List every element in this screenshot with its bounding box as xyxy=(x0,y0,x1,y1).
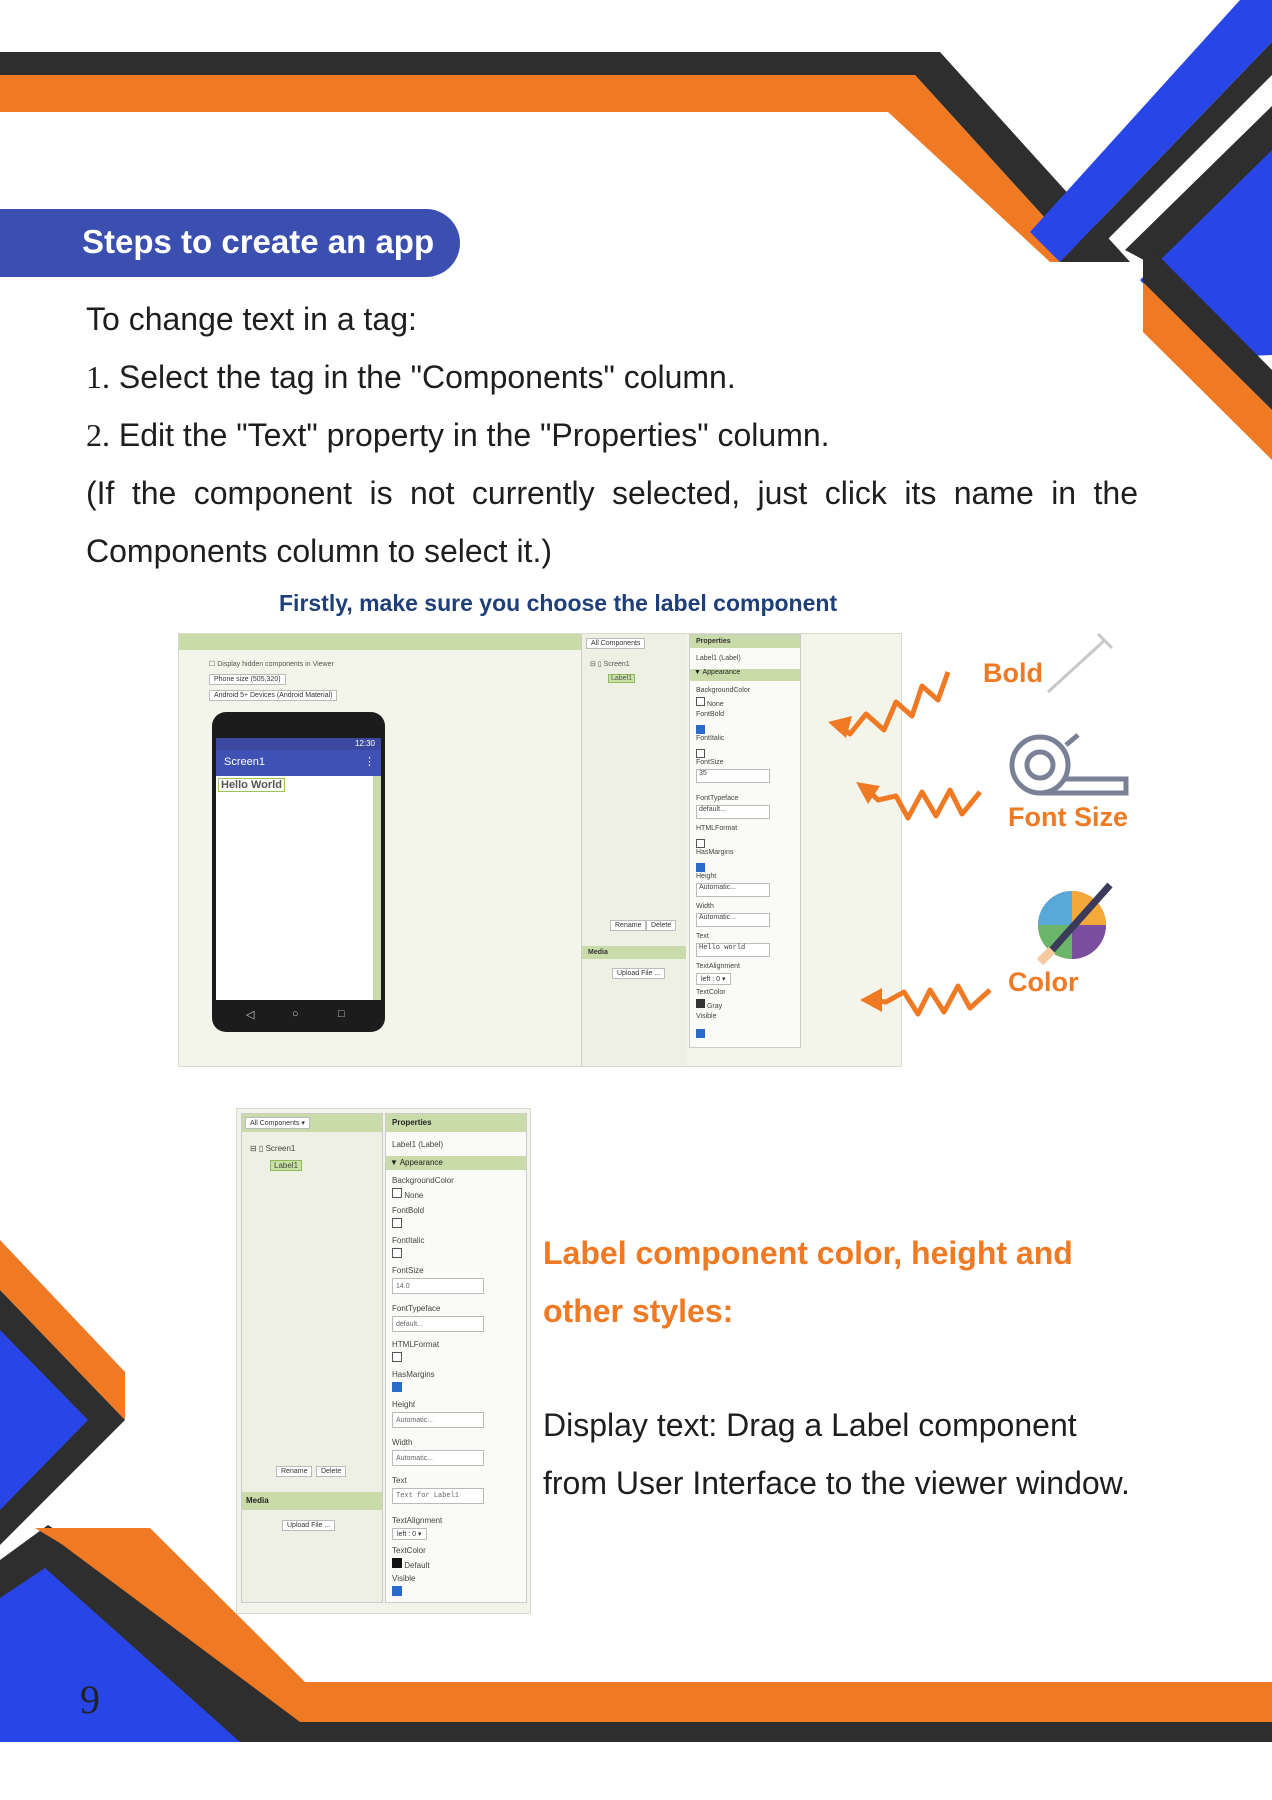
appearance-group-2[interactable]: ▼ Appearance xyxy=(386,1156,526,1170)
prop2-visible-checkbox[interactable] xyxy=(392,1586,402,1596)
upload-file-button-2[interactable]: Upload File ... xyxy=(282,1520,336,1531)
prop2-fontbold-label: FontBold xyxy=(392,1206,425,1215)
properties-panel-2: Properties Label1 (Label) ▼ Appearance B… xyxy=(385,1113,527,1603)
annotation-arrows xyxy=(828,632,1129,1017)
prop2-visible-label: Visible xyxy=(392,1574,416,1583)
prop2-fontitalic-label: FontItalic xyxy=(392,1236,425,1245)
selected-component-2: Label1 (Label) xyxy=(392,1140,444,1149)
prop2-hasmargins-label: HasMargins xyxy=(392,1370,435,1379)
page-number: 9 xyxy=(80,1677,100,1722)
prop2-textalignment-select[interactable]: left : 0 ▾ xyxy=(392,1528,427,1540)
prop2-text-input[interactable]: Text for Label1 xyxy=(392,1488,484,1504)
properties-header-2: Properties xyxy=(386,1114,526,1132)
color-palette-icon xyxy=(1036,882,1113,966)
annotation-font-size: Font Size xyxy=(1008,802,1128,832)
prop2-text-label: Text xyxy=(392,1476,407,1485)
prop2-fontsize-input[interactable]: 14.0 xyxy=(392,1278,484,1294)
components-panel-2: All Components ▾ ⊟ ▯ Screen1 Label1 Rena… xyxy=(241,1113,383,1603)
prop2-htmlformat-label: HTMLFormat xyxy=(392,1340,440,1349)
side-heading-line-1: Label component color, height and xyxy=(543,1235,1073,1271)
side-body: Display text: Drag a Label component fro… xyxy=(543,1396,1130,1512)
prop2-fontitalic-checkbox[interactable] xyxy=(392,1248,402,1258)
side-body-line-2: from User Interface to the viewer window… xyxy=(543,1465,1130,1501)
delete-button-2[interactable]: Delete xyxy=(316,1466,347,1477)
prop2-hasmargins-checkbox[interactable] xyxy=(392,1382,402,1392)
tree-label1-2[interactable]: Label1 xyxy=(270,1160,303,1171)
prop2-height-input[interactable]: Automatic... xyxy=(392,1412,484,1428)
side-heading: Label component color, height and other … xyxy=(543,1224,1073,1340)
pencil-icon xyxy=(1046,632,1114,694)
prop2-fonttypeface-label: FontTypeface xyxy=(392,1304,441,1313)
components-dropdown-2[interactable]: All Components ▾ xyxy=(245,1117,310,1129)
prop2-width-input[interactable]: Automatic... xyxy=(392,1450,484,1466)
tree-screen1-2[interactable]: ⊟ ▯ Screen1 xyxy=(250,1144,295,1153)
prop2-backgroundcolor-label: BackgroundColor xyxy=(392,1176,454,1185)
prop2-htmlformat-checkbox[interactable] xyxy=(392,1352,402,1362)
prop2-width-label: Width xyxy=(392,1438,413,1447)
prop2-textcolor-label: TextColor xyxy=(392,1546,426,1555)
properties-screenshot: All Components ▾ ⊟ ▯ Screen1 Label1 Rena… xyxy=(236,1108,531,1614)
media-header-2: Media xyxy=(242,1492,382,1510)
prop2-backgroundcolor-value[interactable]: None xyxy=(392,1188,423,1200)
prop2-textalignment-label: TextAlignment xyxy=(392,1516,443,1525)
prop2-height-label: Height xyxy=(392,1400,416,1409)
prop2-fontsize-label: FontSize xyxy=(392,1266,424,1275)
side-heading-line-2: other styles: xyxy=(543,1293,734,1329)
tape-measure-icon xyxy=(1009,733,1129,796)
side-body-line-1: Display text: Drag a Label component xyxy=(543,1407,1077,1443)
annotation-color: Color xyxy=(1008,967,1079,997)
rename-button-2[interactable]: Rename xyxy=(276,1466,313,1477)
prop2-fonttypeface-input[interactable]: default... xyxy=(392,1316,484,1332)
prop2-fontbold-checkbox[interactable] xyxy=(392,1218,402,1228)
prop2-textcolor-value[interactable]: Default xyxy=(392,1558,430,1570)
annotation-bold: Bold xyxy=(983,658,1043,688)
